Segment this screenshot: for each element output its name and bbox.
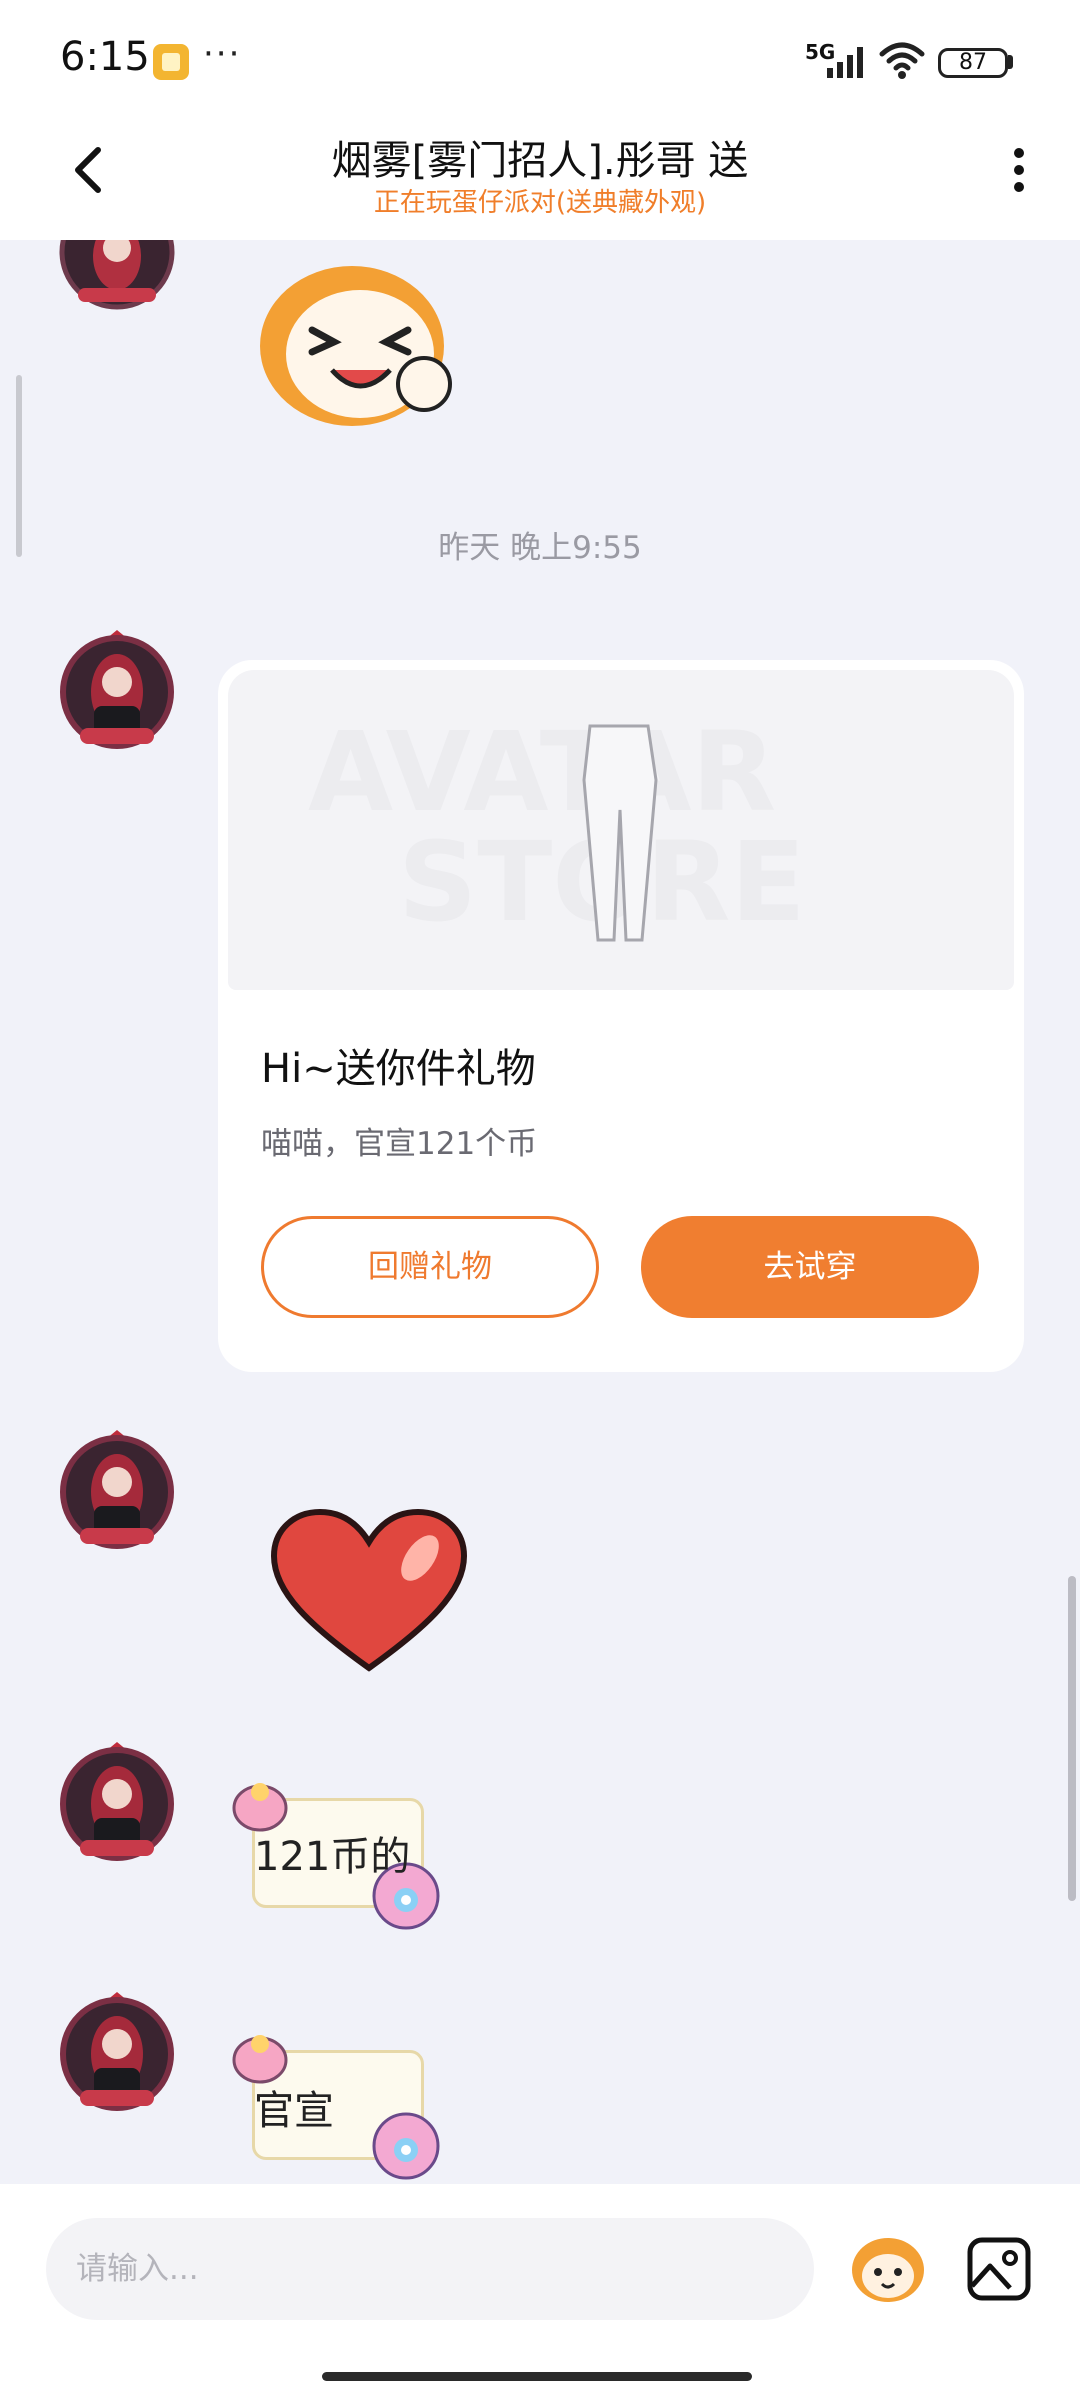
- gift-card-title: Hi~送你件礼物: [261, 1046, 536, 1092]
- sender-avatar[interactable]: [58, 626, 176, 750]
- message-timestamp: 昨天 晚上9:55: [438, 530, 642, 566]
- chat-title: 烟雾[雾门招人].彤哥 送: [331, 138, 749, 184]
- pink-bear-character-icon: [372, 2112, 440, 2180]
- svg-text:AVATAR: AVATAR: [308, 708, 776, 836]
- more-menu-button[interactable]: [1000, 140, 1040, 200]
- menu-dot: [1014, 165, 1024, 175]
- image-picker-button[interactable]: [966, 2236, 1032, 2302]
- sticker-text: 官宣: [254, 2088, 334, 2134]
- message-input[interactable]: [46, 2218, 814, 2320]
- emoji-sticker-button[interactable]: [848, 2228, 928, 2308]
- sticker-text: 121币的: [254, 1834, 411, 1880]
- battery-tip: [1008, 55, 1013, 69]
- gift-item-image[interactable]: AVATAR STORE: [228, 670, 1014, 990]
- back-button[interactable]: [60, 140, 120, 200]
- notification-app-icon: [153, 44, 189, 80]
- more-notifications-icon: ···: [203, 34, 242, 74]
- menu-dot: [1014, 148, 1024, 158]
- return-gift-button[interactable]: 回赠礼物: [261, 1216, 599, 1318]
- chat-subtitle[interactable]: 正在玩蛋仔派对(送典藏外观): [200, 182, 880, 219]
- sticker-laughing-character[interactable]: [248, 252, 470, 432]
- status-time: 6:15: [60, 34, 150, 80]
- heart-sticker[interactable]: [270, 1508, 468, 1674]
- scrollbar[interactable]: [1068, 1576, 1076, 1901]
- gift-card-description: 喵喵，官宣121个币: [261, 1126, 538, 1162]
- home-indicator[interactable]: [322, 2372, 752, 2381]
- try-on-button[interactable]: 去试穿: [641, 1216, 979, 1318]
- wifi-icon: [879, 42, 925, 79]
- signal-icon: [827, 47, 863, 78]
- sender-avatar[interactable]: [58, 1988, 176, 2112]
- pink-donut-character-icon: [232, 2035, 288, 2084]
- sender-avatar[interactable]: [58, 1738, 176, 1862]
- menu-dot: [1014, 182, 1024, 192]
- avatar-store-banner: AVATAR STORE: [308, 708, 806, 946]
- sender-avatar[interactable]: [58, 196, 176, 324]
- sender-avatar[interactable]: [58, 1426, 176, 1550]
- battery-icon: 87: [938, 48, 1008, 78]
